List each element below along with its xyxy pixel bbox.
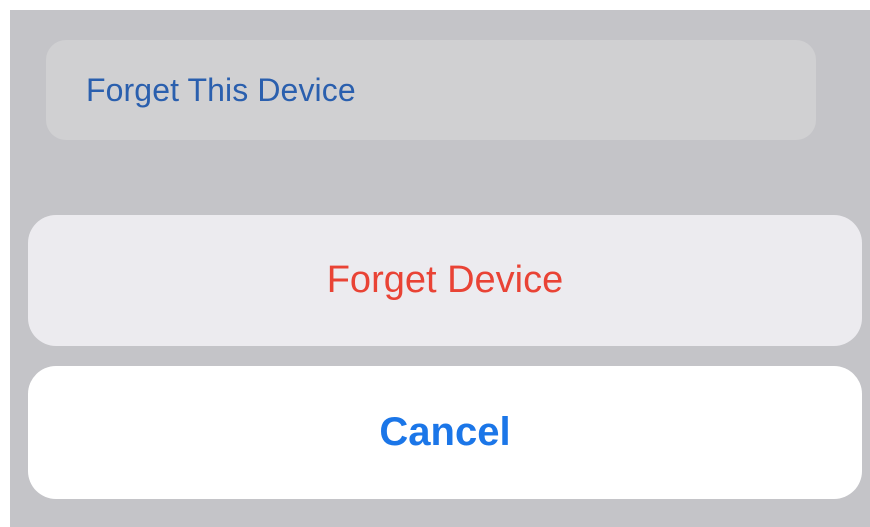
screen: Forget This Device Forget Device Cancel [0, 0, 870, 527]
forget-this-device-label: Forget This Device [86, 71, 356, 108]
cancel-label: Cancel [379, 410, 511, 454]
forget-this-device-row[interactable]: Forget This Device [46, 40, 816, 140]
forget-device-label: Forget Device [326, 259, 564, 301]
cancel-button[interactable]: Cancel [28, 366, 862, 499]
forget-device-button[interactable]: Forget Device [28, 215, 862, 346]
